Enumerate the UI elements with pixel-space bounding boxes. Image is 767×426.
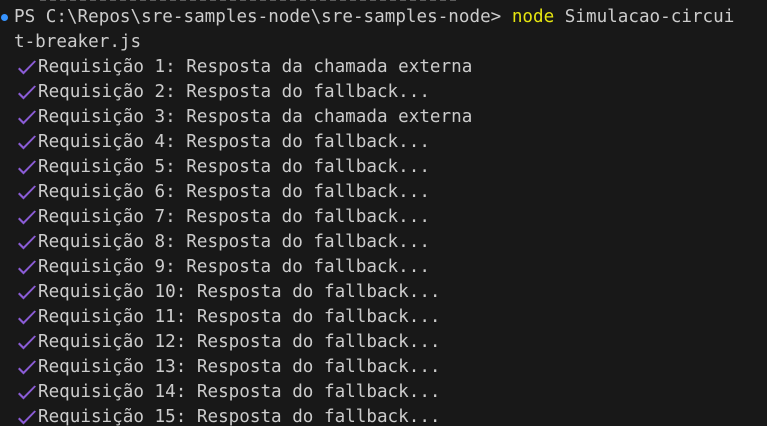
terminal-output[interactable]: PS C:\Repos\sre-samples-node\sre-samples… bbox=[0, 0, 767, 426]
command-args: Simulacao-circui bbox=[554, 7, 735, 27]
command-name: node bbox=[511, 7, 555, 27]
output-line-text: Requisição 9: Resposta do fallback... bbox=[38, 257, 430, 277]
check-icon bbox=[18, 260, 36, 275]
output-line-text: Requisição 7: Resposta do fallback... bbox=[38, 207, 430, 227]
check-icon bbox=[18, 235, 36, 250]
output-line-text: Requisição 2: Resposta do fallback... bbox=[38, 82, 430, 102]
output-line-text: Requisição 6: Resposta do fallback... bbox=[38, 182, 430, 202]
check-icon bbox=[18, 410, 36, 425]
check-icon bbox=[18, 85, 36, 100]
check-icon bbox=[18, 210, 36, 225]
check-icon bbox=[18, 60, 36, 75]
check-icon bbox=[18, 310, 36, 325]
output-line-text: Requisição 10: Resposta do fallback... bbox=[38, 282, 441, 302]
output-line-text: Requisição 12: Resposta do fallback... bbox=[38, 332, 441, 352]
check-icon bbox=[18, 135, 36, 150]
output-line-text: Requisição 5: Resposta do fallback... bbox=[38, 157, 430, 177]
check-icon bbox=[18, 285, 36, 300]
previous-output-fragment bbox=[40, 0, 460, 1]
check-icon bbox=[18, 385, 36, 400]
prompt-text: PS C:\Repos\sre-samples-node\sre-samples… bbox=[14, 5, 734, 30]
output-line-text: Requisição 8: Resposta do fallback... bbox=[38, 232, 430, 252]
prompt-line: PS C:\Repos\sre-samples-node\sre-samples… bbox=[0, 5, 734, 30]
output-line-text: Requisição 1: Resposta da chamada extern… bbox=[38, 57, 473, 77]
check-icon bbox=[18, 185, 36, 200]
output-line-text: Requisição 11: Resposta do fallback... bbox=[38, 307, 441, 327]
command-args-wrapped: t-breaker.js bbox=[14, 32, 142, 52]
output-line-text: Requisição 4: Resposta do fallback... bbox=[38, 132, 430, 152]
output-line-text: Requisição 15: Resposta do fallback... bbox=[38, 407, 441, 426]
prompt-path: PS C:\Repos\sre-samples-node\sre-samples… bbox=[14, 7, 512, 27]
output-line-text: Requisição 14: Resposta do fallback... bbox=[38, 382, 441, 402]
check-icon bbox=[18, 110, 36, 125]
check-icon bbox=[18, 160, 36, 175]
check-icon bbox=[18, 335, 36, 350]
check-icon bbox=[18, 360, 36, 375]
output-line-text: Requisição 3: Resposta da chamada extern… bbox=[38, 107, 473, 127]
prompt-wrap-line: t-breaker.js bbox=[0, 30, 141, 55]
output-line-text: Requisição 13: Resposta do fallback... bbox=[38, 357, 441, 377]
command-status-icon[interactable] bbox=[1, 14, 8, 21]
